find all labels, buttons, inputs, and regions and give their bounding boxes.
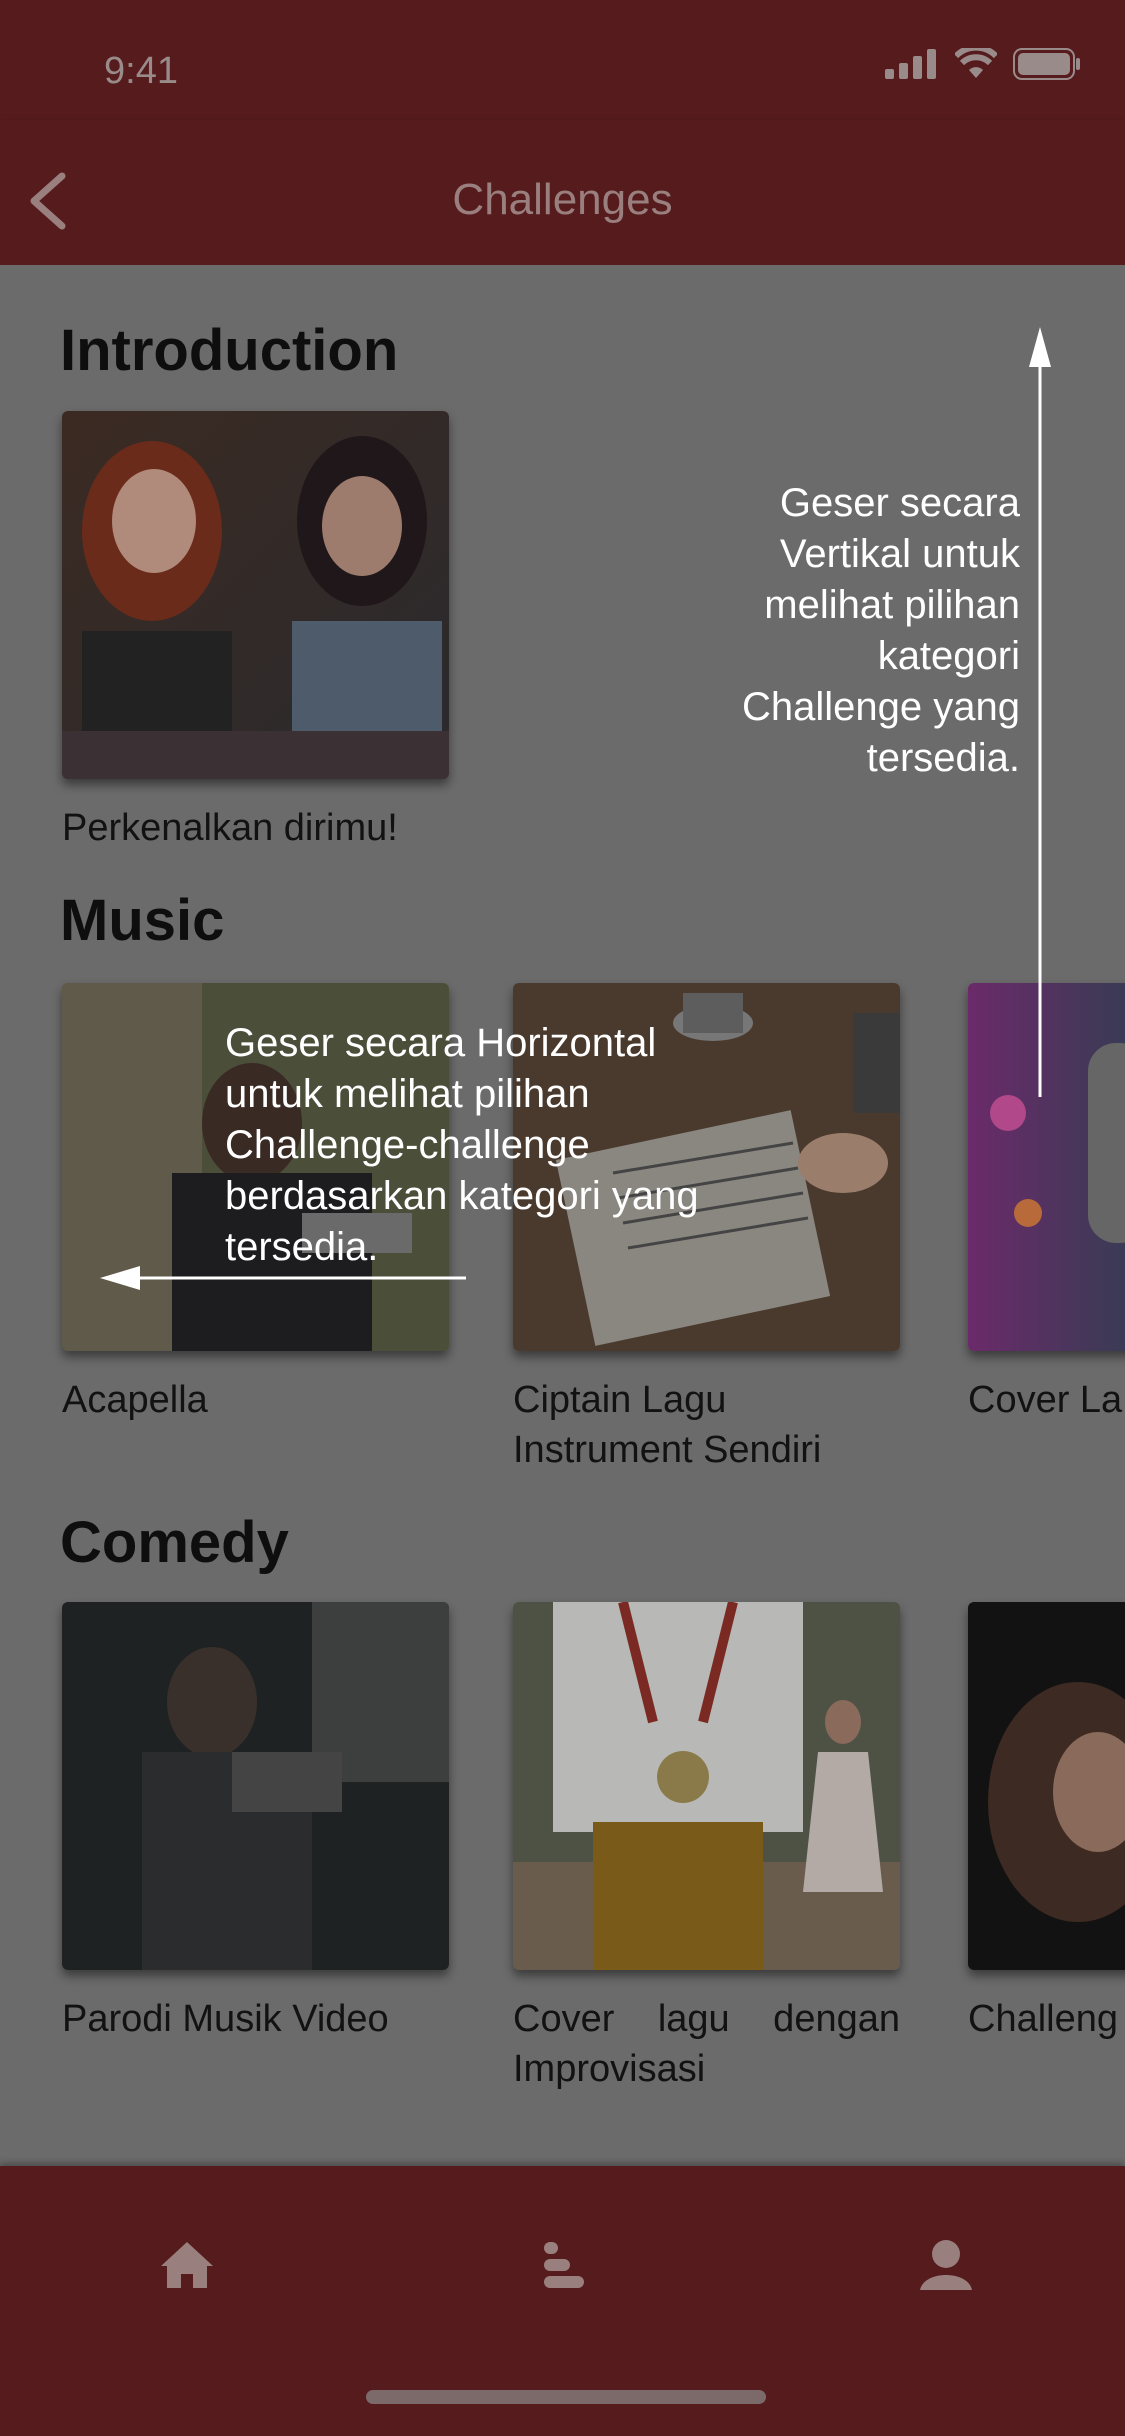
challenge-card[interactable]: Parodi Musik Video	[62, 1602, 449, 2044]
battery-icon	[1013, 48, 1080, 80]
vertical-scroll-hint: Geser secara Vertikal untuk melihat pili…	[742, 481, 1020, 780]
list-icon[interactable]	[534, 2234, 594, 2294]
profile-icon[interactable]	[916, 2234, 976, 2294]
signal-icon	[885, 49, 936, 79]
horizontal-scroll-hint: Geser secara Horizontal untuk melihat pi…	[225, 1021, 699, 1269]
status-icons	[885, 48, 1081, 80]
challenge-label: Challeng	[968, 1998, 1118, 2040]
challenge-label: Cover lagu dengan Improvisasi	[513, 1998, 900, 2090]
challenge-thumbnail	[62, 411, 449, 779]
challenge-card[interactable]: Perkenalkan dirimu!	[62, 411, 449, 853]
challenge-card[interactable]: Challeng	[968, 1602, 1125, 2044]
challenge-thumbnail	[513, 1602, 900, 1970]
challenge-label: Perkenalkan dirimu!	[62, 807, 398, 849]
arrow-up-icon	[1029, 327, 1051, 1097]
section-title-introduction: Introduction	[60, 318, 399, 383]
status-bar: 9:41	[0, 0, 1125, 120]
challenge-thumbnail	[968, 1602, 1125, 1970]
challenge-card[interactable]: Cover lagu dengan Improvisasi	[513, 1602, 900, 2094]
section-title-music: Music	[60, 888, 225, 953]
home-indicator	[366, 2390, 766, 2404]
home-icon[interactable]	[157, 2234, 217, 2294]
challenge-label: Cover La	[968, 1379, 1123, 1421]
page-title: Challenges	[452, 175, 673, 224]
section-title-comedy: Comedy	[60, 1510, 289, 1575]
wifi-icon	[955, 48, 997, 78]
challenge-label: Ciptain Lagu Instrument Sendiri	[513, 1379, 822, 1471]
status-time: 9:41	[104, 50, 178, 92]
challenge-label: Parodi Musik Video	[62, 1998, 389, 2040]
arrow-left-icon	[100, 1266, 466, 1290]
challenge-list[interactable]: Introduction Perkenalkan dirimu! Music A…	[0, 265, 1125, 2165]
navigation-bar: Challenges	[0, 120, 1125, 265]
challenge-thumbnail	[62, 1602, 449, 1970]
challenge-label: Acapella	[62, 1379, 208, 1421]
